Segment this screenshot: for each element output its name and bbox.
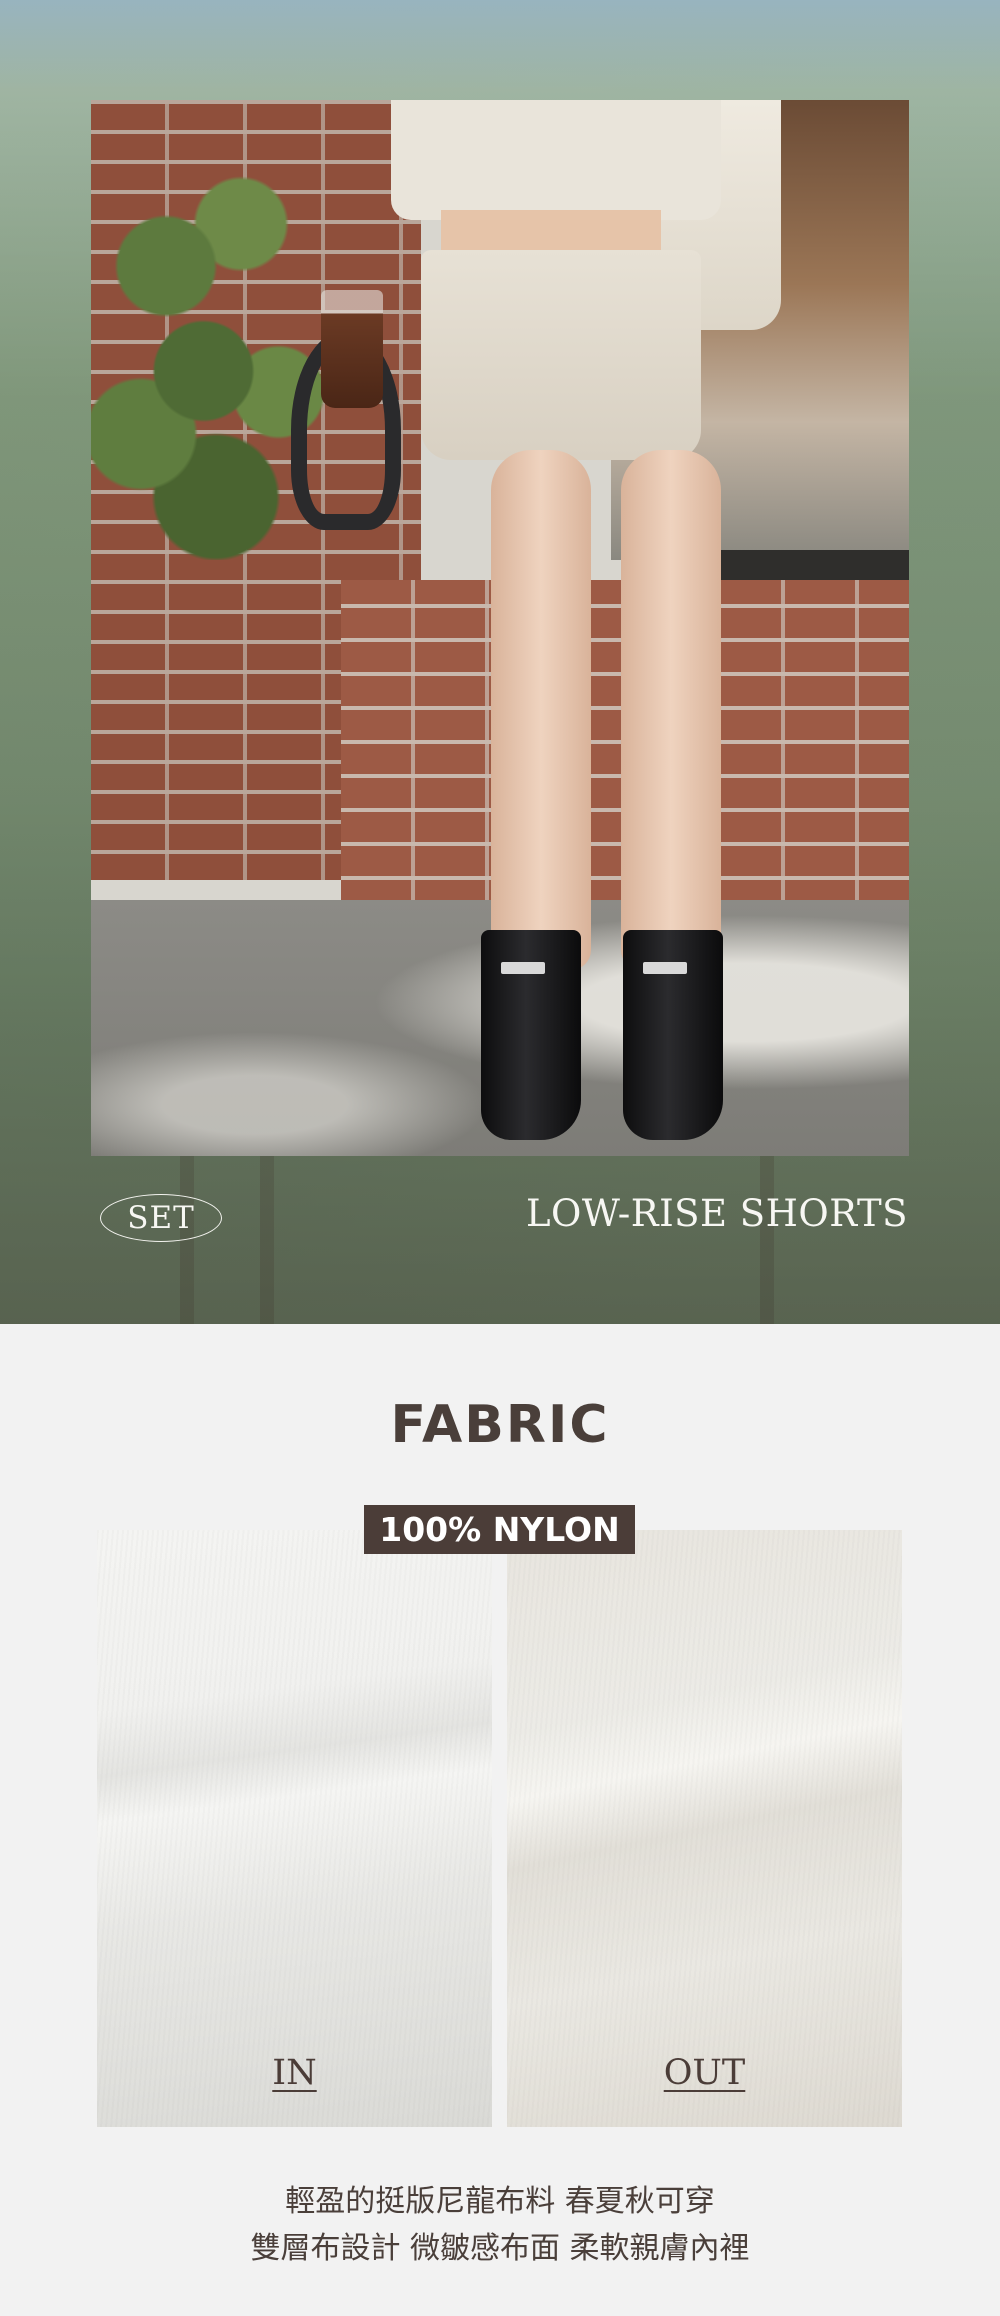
description-line: 輕盈的挺版尼龍布料 春夏秋可穿 [285,2184,715,2219]
model-leg [491,450,591,970]
model-crop-top [391,100,721,220]
rain-boot [481,930,581,1140]
swatch-label-in: IN [272,2053,317,2093]
boot-logo [643,962,687,974]
fabric-description: 輕盈的挺版尼龍布料 春夏秋可穿 雙層布設計 微皺感布面 柔軟親膚內裡 [0,2178,1000,2272]
set-badge: SET [100,1194,222,1242]
swatch-label-out: OUT [663,2053,746,2093]
material-badge: 100% NYLON [364,1505,635,1554]
description-line: 雙層布設計 微皺感布面 柔軟親膚內裡 [250,2231,750,2266]
rain-boot [623,930,723,1140]
fabric-swatch-inside: IN [97,1530,492,2127]
fabric-swatch-outside: OUT [507,1530,902,2127]
fabric-texture [507,1530,902,2127]
product-model-photo [91,100,909,1156]
iced-coffee-cup [321,290,383,408]
hero-section: SET LOW-RISE SHORTS [0,0,1000,1324]
fabric-heading: FABRIC [390,1395,610,1455]
set-badge-label: SET [127,1200,195,1236]
model-leg [621,450,721,970]
model-figure [291,100,781,1156]
boot-logo [501,962,545,974]
fabric-texture [97,1530,492,2127]
product-title: LOW-RISE SHORTS [525,1192,908,1235]
model-shorts [421,250,701,460]
